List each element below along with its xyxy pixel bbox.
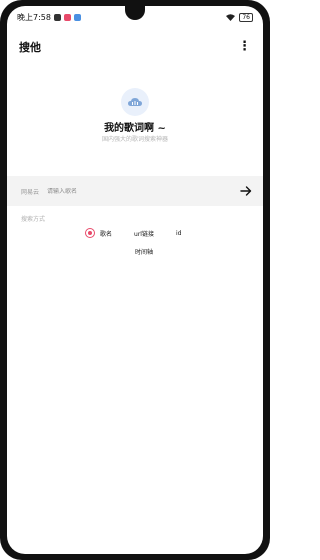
app-notification-icon <box>73 13 81 21</box>
search-input[interactable] <box>47 187 237 195</box>
search-mode-label: 搜索方式 <box>21 216 46 223</box>
wifi-icon <box>226 13 236 21</box>
screen: 晚上7:58 76 搜他 ⋮ 我的歌词啊 ~ 国内强大的歌词搜索神器 网易云 请… <box>7 6 263 554</box>
hero-icon-badge <box>121 88 149 116</box>
option-label: url链接 <box>134 230 154 238</box>
option-label: id <box>175 229 182 237</box>
hero-title: 我的歌词啊 ~ <box>104 123 166 134</box>
search-source-label[interactable]: 网易云 <box>21 187 39 196</box>
status-left: 晚上7:58 <box>17 12 81 23</box>
radio-selected-icon[interactable] <box>85 228 95 238</box>
option-label: 歌名 <box>100 230 113 238</box>
cloud-icon <box>128 98 142 106</box>
app-bar: 搜他 ⋮ <box>7 34 263 60</box>
radio-dot <box>88 231 92 235</box>
search-submit-button[interactable] <box>237 182 255 200</box>
status-time: 晚上7:58 <box>17 12 51 22</box>
page-title: 搜他 <box>19 41 41 54</box>
more-options-icon[interactable]: ⋮ <box>238 40 251 53</box>
arrow-right-icon <box>240 186 252 196</box>
option-timeline[interactable]: 时间轴 <box>135 247 153 256</box>
phone-frame: 晚上7:58 76 搜他 ⋮ 我的歌词啊 ~ 国内强大的歌词搜索神器 网易云 请… <box>0 0 270 560</box>
battery-icon: 76 <box>239 12 253 22</box>
search-bar: 网易云 <box>7 176 263 206</box>
option-url-link[interactable]: url链接 <box>134 229 154 238</box>
app-notification-icon <box>63 13 71 21</box>
hero-subtitle: 国内强大的歌词搜索神器 <box>101 136 168 143</box>
search-mode-row: 歌名 url链接 id <box>85 226 205 240</box>
option-id[interactable]: id <box>176 230 181 237</box>
battery-level: 76 <box>242 13 250 21</box>
search-mode-options: 歌名 url链接 id <box>85 226 205 240</box>
status-right: 76 <box>226 12 253 22</box>
option-song-name[interactable]: 歌名 <box>85 228 112 238</box>
notification-icon <box>53 13 61 21</box>
